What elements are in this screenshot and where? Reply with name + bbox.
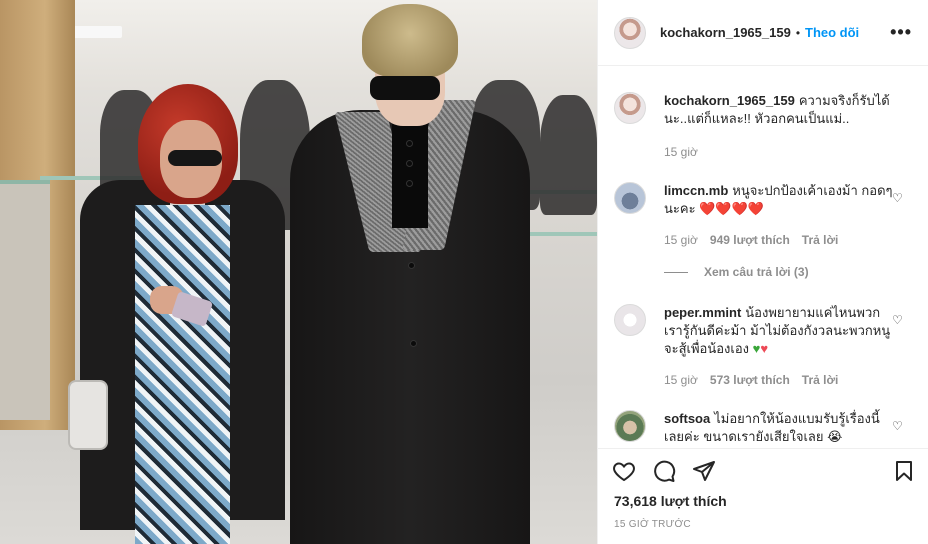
avatar[interactable] — [614, 182, 646, 214]
reply-button[interactable]: Trả lời — [802, 373, 839, 387]
comment-item: softsoa ไม่อยากให้น้องแบมรับรู้เรื่องนี้เ… — [614, 410, 914, 446]
comment-item: peper.mmint น้องพยายามแค่ไหนพวกเรารู้กันด… — [614, 304, 914, 358]
reply-divider — [664, 271, 688, 273]
comment-time[interactable]: 15 giờ — [664, 373, 698, 387]
like-comment-heart-icon[interactable]: ♡ — [892, 420, 904, 432]
son-hair — [362, 4, 458, 78]
comment-body: peper.mmint น้องพยายามแค่ไหนพวกเรารู้กันด… — [664, 304, 898, 358]
follow-button[interactable]: Theo dõi — [805, 25, 859, 40]
comment-body: softsoa ไม่อยากให้น้องแบมรับรู้เรื่องนี้เ… — [664, 410, 898, 446]
comment-item: limccn.mb หนูจะปกป้องเค้าเองม้า กอดๆนะคะ … — [614, 182, 914, 218]
mother-sunglasses — [168, 150, 222, 166]
view-replies-label[interactable]: Xem câu trả lời (3) — [704, 265, 809, 279]
mother-dress — [135, 205, 230, 544]
post-photo[interactable] — [0, 0, 597, 544]
bookmark-icon[interactable] — [892, 459, 916, 483]
heart-emoji: ❤️❤️❤️❤️ — [699, 201, 764, 216]
coat-button — [408, 262, 415, 269]
caption-meta: 15 giờ — [664, 145, 710, 159]
more-horizontal-icon[interactable]: ••• — [890, 22, 912, 43]
comment-body: limccn.mb หนูจะปกป้องเค้าเองม้า กอดๆนะคะ … — [664, 182, 898, 218]
post-timestamp[interactable]: 15 GIỜ TRƯỚC — [614, 519, 691, 530]
view-replies-button[interactable]: Xem câu trả lời (3) — [664, 265, 809, 279]
photo-sign — [70, 26, 122, 38]
son-sunglasses — [370, 76, 440, 100]
coat-button — [410, 340, 417, 347]
comment-time[interactable]: 15 giờ — [664, 233, 698, 247]
comments-list[interactable]: kochakorn_1965_159 ความจริงก็รับได้นะ..แต… — [598, 66, 928, 448]
comment-likes[interactable]: 573 lượt thích — [710, 373, 790, 387]
photo-counter — [0, 180, 50, 420]
comment-username[interactable]: limccn.mb — [664, 183, 728, 198]
avatar[interactable] — [614, 16, 646, 49]
comment-icon[interactable] — [652, 459, 676, 483]
like-comment-heart-icon[interactable]: ♡ — [892, 192, 904, 204]
crying-emoji: 😭 — [827, 429, 843, 444]
photo-crowd — [540, 95, 597, 215]
coat-button — [406, 140, 413, 147]
separator-dot: • — [795, 25, 801, 40]
comment-likes[interactable]: 949 lượt thích — [710, 233, 790, 247]
caption-time[interactable]: 15 giờ — [664, 145, 698, 159]
mother-handbag — [68, 380, 108, 450]
red-heart-emoji: ♥ — [760, 341, 769, 356]
photo-ceiling — [0, 0, 597, 90]
avatar[interactable] — [614, 92, 646, 124]
caption-username[interactable]: kochakorn_1965_159 — [664, 93, 795, 108]
coat-button — [406, 180, 413, 187]
comment-username[interactable]: softsoa — [664, 411, 710, 426]
post-actions: 73,618 lượt thích 15 GIỜ TRƯỚC — [598, 448, 928, 544]
comment-username[interactable]: peper.mmint — [664, 305, 741, 320]
coat-button — [406, 160, 413, 167]
comment-meta: 15 giờ 949 lượt thích Trả lời — [664, 233, 850, 247]
heart-icon[interactable] — [612, 459, 636, 483]
avatar[interactable] — [614, 304, 646, 336]
post-side-panel: kochakorn_1965_159 • Theo dõi ••• kochak… — [597, 0, 928, 544]
reply-button[interactable]: Trả lời — [802, 233, 839, 247]
comment-meta: 15 giờ 573 lượt thích Trả lời — [664, 373, 850, 387]
post-username[interactable]: kochakorn_1965_159 — [660, 25, 791, 40]
caption-item: kochakorn_1965_159 ความจริงก็รับได้นะ..แต… — [614, 92, 914, 128]
son-shirt — [392, 118, 428, 228]
avatar[interactable] — [614, 410, 646, 442]
caption-body: kochakorn_1965_159 ความจริงก็รับได้นะ..แต… — [664, 92, 898, 128]
post-header: kochakorn_1965_159 • Theo dõi ••• — [598, 0, 928, 66]
action-icons — [612, 459, 732, 483]
like-comment-heart-icon[interactable]: ♡ — [892, 314, 904, 326]
post-likes-count[interactable]: 73,618 lượt thích — [614, 493, 727, 509]
share-icon[interactable] — [692, 459, 716, 483]
